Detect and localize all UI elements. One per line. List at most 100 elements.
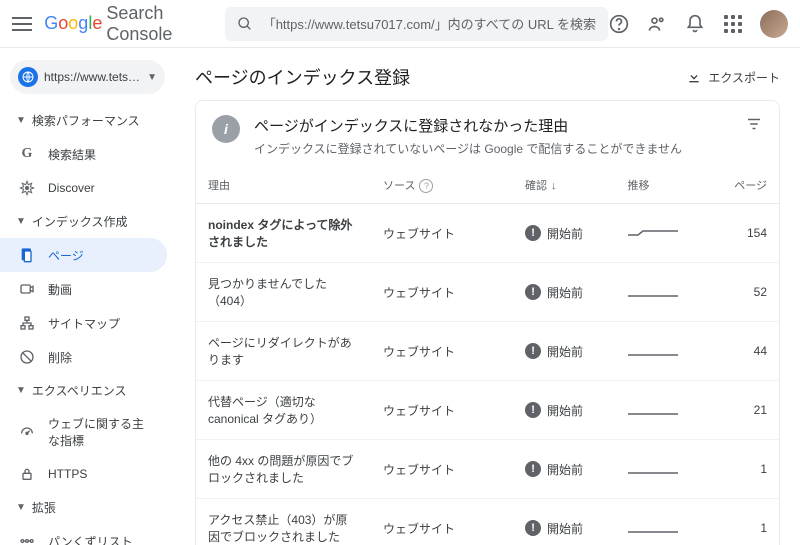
reasons-card: i ページがインデックスに登録されなかった理由 インデックスに登録されていないペ… — [195, 100, 780, 545]
cell-trend — [616, 263, 708, 322]
sidebar-item[interactable]: パンくずリスト — [0, 524, 167, 545]
sidebar-item-label: 検索結果 — [48, 146, 96, 163]
sidebar-item[interactable]: サイトマップ — [0, 306, 167, 340]
cell-pages: 44 — [708, 322, 779, 381]
hamburger-menu-icon[interactable] — [12, 12, 32, 36]
status-badge-icon: ! — [525, 520, 541, 536]
chevron-down-icon: ▼ — [16, 216, 26, 227]
table-row[interactable]: noindex タグによって除外されましたウェブサイト!開始前 154 — [196, 204, 779, 263]
property-selector[interactable]: https://www.tetsu7017... ▼ — [10, 60, 165, 94]
cell-confirm: !開始前 — [513, 204, 615, 263]
col-pages[interactable]: ページ — [708, 167, 779, 204]
chevron-down-icon: ▼ — [16, 385, 26, 396]
nav-section-label: インデックス作成 — [32, 213, 128, 230]
cell-trend — [616, 381, 708, 440]
nav-section-header[interactable]: ▼エクスペリエンス — [0, 374, 175, 407]
cell-trend — [616, 499, 708, 545]
cell-confirm: !開始前 — [513, 499, 615, 545]
page-icon — [18, 246, 36, 264]
status-label: 開始前 — [547, 225, 583, 242]
help-icon[interactable]: ? — [419, 179, 433, 193]
cell-confirm: ! 開始前 — [513, 322, 615, 381]
export-button[interactable]: エクスポート — [686, 69, 780, 86]
info-icon: i — [212, 115, 240, 143]
product-logo[interactable]: Google Search Console — [44, 3, 204, 45]
sidebar-item[interactable]: 動画 — [0, 272, 167, 306]
sparkline-icon — [628, 225, 678, 239]
col-trend[interactable]: 推移 — [616, 167, 708, 204]
search-icon — [237, 16, 253, 32]
export-label: エクスポート — [708, 69, 780, 86]
sidebar-item[interactable]: HTTPS — [0, 457, 167, 491]
status-label: 開始前 — [547, 402, 583, 419]
table-row[interactable]: 見つかりませんでした（404）ウェブサイト!開始前52 — [196, 263, 779, 322]
card-subtitle: インデックスに登録されていないページは Google で配信することができません — [254, 140, 682, 157]
sidebar-item[interactable]: ウェブに関する主な指標 — [0, 407, 167, 457]
chevron-down-icon: ▼ — [16, 115, 26, 126]
status-label: 開始前 — [547, 461, 583, 478]
sidebar-item-label: Discover — [48, 181, 95, 195]
help-icon[interactable] — [608, 13, 630, 35]
account-avatar[interactable] — [760, 10, 788, 38]
cell-reason: 見つかりませんでした（404） — [196, 263, 371, 322]
sidebar-item-label: ウェブに関する主な指標 — [48, 415, 151, 449]
reasons-table: 理由 ソース? 確認↓ 推移 ページ noindex タグによって除外されました… — [196, 167, 779, 545]
apps-icon[interactable] — [722, 13, 744, 35]
sidebar-item[interactable]: G検索結果 — [0, 137, 167, 171]
main-content: ページのインデックス登録 エクスポート i ページがインデックスに登録されなかっ… — [175, 48, 800, 545]
breadcrumb-icon — [18, 532, 36, 545]
video-icon — [18, 280, 36, 298]
table-row[interactable]: 代替ページ（適切な canonical タグあり）ウェブサイト!開始前21 — [196, 381, 779, 440]
table-row[interactable]: 他の 4xx の問題が原因でブロックされましたウェブサイト!開始前1 — [196, 440, 779, 499]
cell-reason: noindex タグによって除外されました — [196, 204, 371, 263]
cell-trend — [616, 440, 708, 499]
search-input[interactable]: 「https://www.tetsu7017.com/」内のすべての URL を… — [225, 7, 608, 41]
cell-pages: 154 — [708, 204, 779, 263]
cell-confirm: !開始前 — [513, 381, 615, 440]
download-icon — [686, 69, 702, 85]
sidebar-item-label: 動画 — [48, 281, 72, 298]
sidebar-item[interactable]: ページ — [0, 238, 167, 272]
cell-trend — [616, 322, 708, 381]
notifications-icon[interactable] — [684, 13, 706, 35]
table-row[interactable]: ページにリダイレクトがありますウェブサイト!開始前44 — [196, 322, 779, 381]
people-icon[interactable] — [646, 13, 668, 35]
filter-icon[interactable] — [745, 115, 763, 138]
sparkline-icon — [628, 284, 678, 298]
status-label: 開始前 — [547, 284, 583, 301]
discover-icon — [18, 179, 36, 197]
sidebar-item[interactable]: Discover — [0, 171, 167, 205]
nav-section-header[interactable]: ▼拡張 — [0, 491, 175, 524]
status-badge-icon: ! — [525, 343, 541, 359]
card-title: ページがインデックスに登録されなかった理由 — [254, 115, 682, 136]
sidebar-item[interactable]: 削除 — [0, 340, 167, 374]
cell-reason: 他の 4xx の問題が原因でブロックされました — [196, 440, 371, 499]
property-label: https://www.tetsu7017... — [44, 70, 141, 84]
sidebar-item-label: サイトマップ — [48, 315, 120, 332]
cell-source: ウェブサイト — [371, 440, 513, 499]
lock-icon — [18, 465, 36, 483]
cell-source: ウェブサイト — [371, 322, 513, 381]
cell-confirm: ! 開始前 — [513, 263, 615, 322]
table-row[interactable]: アクセス禁止（403）が原因でブロックされましたウェブサイト!開始前1 — [196, 499, 779, 545]
col-reason[interactable]: 理由 — [196, 167, 371, 204]
cell-source: ウェブサイト — [371, 381, 513, 440]
sidebar-item-label: 削除 — [48, 349, 72, 366]
sort-down-icon: ↓ — [551, 180, 557, 192]
product-name: Search Console — [106, 3, 204, 45]
cell-source: ウェブサイト — [371, 204, 513, 263]
status-badge-icon: ! — [525, 284, 541, 300]
nav-section-header[interactable]: ▼検索パフォーマンス — [0, 104, 175, 137]
nav-section-header[interactable]: ▼ インデックス作成 — [0, 205, 175, 238]
col-source[interactable]: ソース? — [371, 167, 513, 204]
sitemap-icon — [18, 314, 36, 332]
col-confirm[interactable]: 確認↓ — [513, 167, 615, 204]
sparkline-icon — [628, 520, 678, 534]
status-label: 開始前 — [547, 343, 583, 360]
cell-pages: 21 — [708, 381, 779, 440]
cell-trend — [616, 204, 708, 263]
speed-icon — [18, 423, 36, 441]
sidebar-item-label: パンくずリスト — [48, 533, 133, 545]
sparkline-icon — [628, 343, 678, 357]
chevron-down-icon: ▼ — [147, 72, 157, 83]
